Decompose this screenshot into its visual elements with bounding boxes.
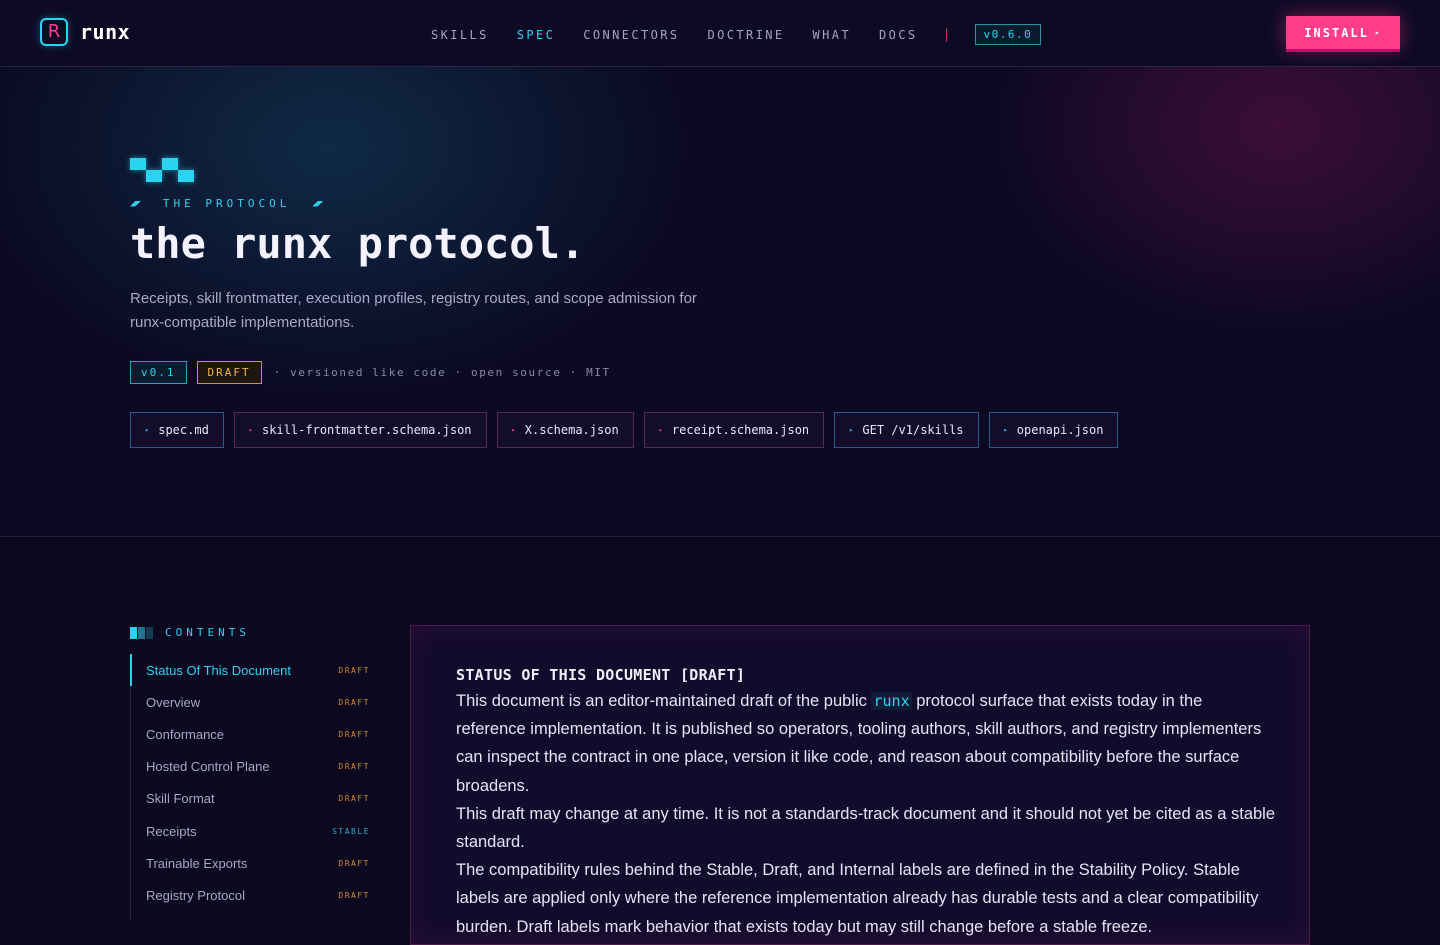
status-badge: DRAFT (196, 361, 262, 384)
pixel-wave-icon (130, 158, 194, 182)
toc-item-hosted-control-plane[interactable]: Hosted Control Plane DRAFT (131, 751, 370, 783)
nav-link-what[interactable]: WHAT (813, 28, 852, 42)
toc-item-status[interactable]: Status Of This Document DRAFT (130, 654, 370, 687)
file-label: receipt.schema.json (671, 423, 810, 437)
badge-row: v0.1 DRAFT · versioned like code · open … (130, 361, 611, 384)
toc-heading: CONTENTS (130, 626, 250, 639)
toc-item-tag: DRAFT (338, 858, 370, 868)
toc-item-label: Registry Protocol (146, 887, 245, 903)
nav-link-docs[interactable]: DOCS (879, 28, 918, 42)
bullet-icon: ▸ (658, 426, 663, 434)
bullet-icon: ▸ (248, 426, 254, 434)
bullet-icon: ▸ (145, 426, 150, 434)
toc-item-receipts[interactable]: Receipts STABLE (131, 815, 370, 847)
file-link-x-schema[interactable]: ▸ X.schema.json (496, 412, 634, 448)
nav-link-doctrine[interactable]: DOCTRINE (708, 28, 785, 42)
toc-item-tag: DRAFT (338, 665, 370, 675)
toc-item-label: Overview (146, 694, 201, 710)
toc-item-label: Skill Format (146, 791, 215, 807)
runx-logo-icon: R (40, 18, 68, 46)
paragraph: This draft may change at any time. It is… (456, 804, 1276, 852)
toc-item-label: Trainable Exports (146, 855, 248, 871)
file-links: ▸ spec.md ▸ skill-frontmatter.schema.jso… (130, 412, 1119, 448)
toc-item-label: Hosted Control Plane (146, 759, 270, 775)
toc-item-skill-format[interactable]: Skill Format DRAFT (131, 783, 370, 815)
eyebrow-label: THE PROTOCOL (162, 197, 291, 210)
install-label: INSTALL (1304, 25, 1369, 40)
toc-item-trainable-exports[interactable]: Trainable Exports DRAFT (131, 847, 370, 879)
file-label: openapi.json (1016, 423, 1104, 437)
chevron-left-icon: ◢◤ (130, 198, 141, 209)
nav-divider (945, 27, 947, 42)
meta-text: · versioned like code · open source · MI… (273, 366, 611, 379)
nav-link-spec[interactable]: SPEC (517, 28, 556, 42)
file-link-get-skills[interactable]: ▸ GET /v1/skills (834, 412, 979, 448)
section-title: STATUS OF THIS DOCUMENT [DRAFT] (456, 666, 746, 684)
page-title: the runx protocol. (130, 219, 586, 268)
version-badge[interactable]: v0.6.0 (974, 24, 1042, 45)
toc-heading-label: CONTENTS (165, 626, 250, 639)
top-nav: R runx SKILLS SPEC CONNECTORS DOCTRINE W… (0, 0, 1440, 67)
toc-item-registry-protocol[interactable]: Registry Protocol DRAFT (131, 879, 370, 911)
toc-item-tag: DRAFT (338, 697, 370, 707)
file-label: X.schema.json (524, 423, 619, 437)
play-arrow-icon: ▸ (1374, 28, 1382, 37)
file-link-openapi[interactable]: ▸ openapi.json (988, 412, 1119, 448)
paragraph-text: This document is an editor-maintained dr… (456, 692, 872, 710)
section-body: This document is an editor-maintained dr… (456, 687, 1276, 941)
toc-item-tag: DRAFT (338, 794, 370, 804)
file-label: GET /v1/skills (862, 423, 964, 437)
brand[interactable]: R runx (40, 18, 130, 46)
bullet-icon: ▸ (511, 426, 516, 434)
nav-links: SKILLS SPEC CONNECTORS DOCTRINE WHAT DOC… (431, 24, 1042, 45)
file-label: spec.md (158, 423, 209, 437)
page-subtitle: Receipts, skill frontmatter, execution p… (130, 290, 697, 331)
toc-item-label: Receipts (146, 823, 197, 839)
file-link-receipt-schema[interactable]: ▸ receipt.schema.json (643, 412, 825, 448)
toc-item-label: Status Of This Document (146, 662, 291, 678)
file-link-skill-frontmatter-schema[interactable]: ▸ skill-frontmatter.schema.json (233, 412, 487, 448)
brand-name: runx (80, 20, 131, 44)
toc-item-conformance[interactable]: Conformance DRAFT (131, 718, 370, 750)
toc-item-overview[interactable]: Overview DRAFT (131, 686, 370, 718)
document-card: STATUS OF THIS DOCUMENT [DRAFT] This doc… (410, 625, 1310, 945)
eyebrow: ◢◤ THE PROTOCOL ◢◤ (130, 197, 323, 210)
inline-code: runx (871, 692, 912, 710)
toc-item-tag: STABLE (332, 826, 370, 836)
bullet-icon: ▸ (1003, 426, 1008, 434)
paragraph: This document is an editor-maintained dr… (456, 687, 1276, 800)
chevron-right-icon: ◢◤ (312, 198, 324, 209)
block-shade-icon (130, 626, 153, 639)
install-button[interactable]: INSTALL ▸ (1286, 16, 1400, 49)
file-link-spec-md[interactable]: ▸ spec.md (130, 412, 224, 448)
hero-section: ◢◤ THE PROTOCOL ◢◤ the runx protocol. Re… (0, 67, 1440, 537)
toc-item-tag: DRAFT (338, 890, 370, 900)
table-of-contents: Status Of This Document DRAFT Overview D… (130, 654, 370, 920)
toc-item-label: Conformance (146, 726, 225, 742)
nav-link-connectors[interactable]: CONNECTORS (583, 28, 679, 42)
paragraph: The compatibility rules behind the Stabl… (456, 861, 1259, 936)
bullet-icon: ▸ (849, 426, 854, 434)
toc-item-tag: DRAFT (338, 762, 370, 772)
spec-version-badge: v0.1 (130, 361, 187, 384)
toc-item-tag: DRAFT (338, 729, 370, 739)
file-label: skill-frontmatter.schema.json (262, 423, 472, 437)
nav-link-skills[interactable]: SKILLS (431, 28, 489, 42)
